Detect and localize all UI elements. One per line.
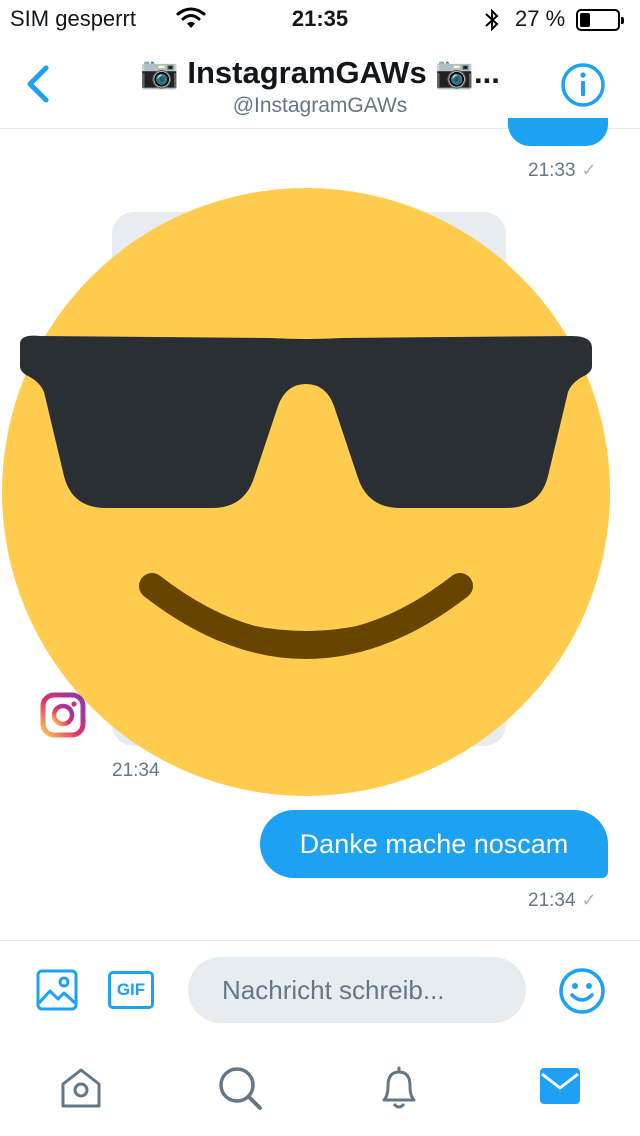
conversation-title: 📷 InstagramGAWs 📷...: [140, 55, 500, 90]
image-icon[interactable]: [36, 969, 78, 1016]
message-input[interactable]: [188, 957, 526, 1023]
bell-icon[interactable]: [376, 1064, 422, 1117]
home-icon[interactable]: [58, 1064, 104, 1115]
outgoing-message-bubble[interactable]: [508, 118, 608, 146]
bluetooth-icon: [483, 8, 501, 37]
outgoing-message-bubble[interactable]: Danke mache noscam: [260, 810, 608, 878]
battery-percent: 27 %: [515, 6, 566, 31]
sent-check-icon: ✓: [581, 160, 597, 180]
battery-fill: [580, 13, 590, 27]
message-timestamp: 21:34 ✓: [528, 890, 597, 911]
message-timestamp: 21:33 ✓: [528, 160, 597, 181]
message-composer: GIF: [0, 940, 640, 1041]
gif-button[interactable]: GIF: [108, 971, 154, 1009]
conversation-handle: @InstagramGAWs: [232, 94, 408, 117]
sent-check-icon: ✓: [581, 890, 597, 910]
info-icon[interactable]: [560, 62, 606, 113]
instagram-avatar[interactable]: [40, 692, 86, 738]
conversation-header: 📷 InstagramGAWs 📷... @InstagramGAWs: [0, 40, 640, 129]
status-bar: SIM gesperrt 21:35 27 %: [0, 0, 640, 40]
message-timestamp: 21:34: [112, 760, 160, 781]
search-icon[interactable]: [216, 1064, 264, 1117]
sunglasses-smiley-emoji: [2, 188, 610, 796]
mail-icon[interactable]: [538, 1066, 582, 1111]
smiley-icon[interactable]: [558, 967, 606, 1020]
tab-bar: [0, 1040, 640, 1136]
battery-icon: [576, 9, 624, 31]
